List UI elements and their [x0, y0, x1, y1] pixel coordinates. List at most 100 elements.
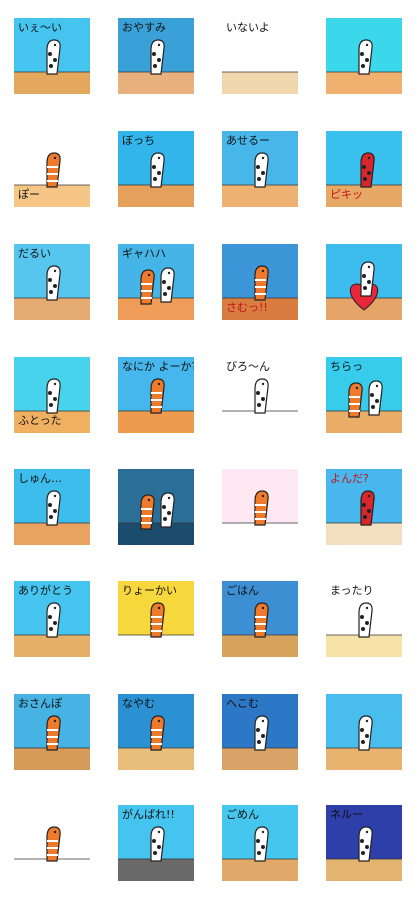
sticker-illustration	[222, 469, 298, 545]
garden-eel-icon	[46, 715, 61, 751]
garden-eel-icon	[254, 378, 269, 414]
garden-eel-icon	[150, 715, 165, 751]
sand-ground	[326, 523, 402, 545]
sticker-caption: まったり	[330, 584, 374, 597]
sticker-tile[interactable]	[326, 18, 402, 94]
garden-eel-icon	[46, 378, 61, 414]
sand-ground	[118, 635, 194, 657]
sticker-tile[interactable]: なやむ	[118, 694, 194, 770]
garden-eel-icon	[360, 261, 375, 297]
garden-eel-icon	[254, 602, 269, 638]
sticker-tile[interactable]: ちらっ	[326, 357, 402, 433]
sticker-caption: りょーかい	[122, 584, 177, 597]
sticker-caption: ギャハハ	[122, 247, 166, 260]
sticker-caption: おやすみ	[122, 21, 166, 34]
sticker-tile[interactable]	[326, 694, 402, 770]
sticker-caption: だるい	[18, 247, 51, 260]
garden-eel-icon	[150, 826, 165, 862]
sand-ground	[14, 523, 90, 545]
sand-ground	[222, 635, 298, 657]
sticker-tile[interactable]: びろ〜ん	[222, 357, 298, 433]
sticker-tile[interactable]: ぽー	[14, 131, 90, 207]
garden-eel-icon	[254, 715, 269, 751]
sticker-tile[interactable]: りょーかい	[118, 581, 194, 657]
garden-eel-icon	[254, 490, 269, 526]
garden-eel-icon	[46, 602, 61, 638]
sticker-tile[interactable]	[222, 469, 298, 545]
sand-ground	[118, 72, 194, 94]
garden-eel-icon	[46, 152, 61, 188]
sticker-caption: さむっ!!	[226, 301, 268, 314]
sand-ground	[14, 635, 90, 657]
sticker-caption: ごめん	[226, 808, 259, 821]
sticker-tile[interactable]: ネルー	[326, 805, 402, 881]
garden-eel-icon	[46, 490, 61, 526]
sticker-tile[interactable]: へこむ	[222, 694, 298, 770]
sand-ground	[222, 859, 298, 881]
sticker-caption: いぇ〜い	[18, 21, 62, 34]
sand-ground	[222, 72, 298, 94]
sticker-caption: へこむ	[226, 697, 259, 710]
sticker-caption: よんだ?	[330, 472, 369, 485]
sticker-tile[interactable]: だるい	[14, 244, 90, 320]
garden-eel-icon	[358, 39, 373, 75]
sticker-grid: いぇ〜い おやすみ いないよぽー ぼっち あせるーピキッだるい ギャハハさむっ!! ふとった…	[0, 0, 420, 897]
garden-eel-icon	[46, 265, 61, 301]
sticker-caption: ごはん	[226, 584, 259, 597]
sticker-illustration	[326, 18, 402, 94]
sticker-caption: がんばれ!!	[122, 808, 175, 821]
sticker-tile[interactable]: ごはん	[222, 581, 298, 657]
sticker-tile[interactable]: ごめん	[222, 805, 298, 881]
sticker-tile[interactable]	[14, 805, 90, 881]
sand-ground	[118, 748, 194, 770]
garden-eel-icon	[46, 826, 61, 862]
sticker-caption: ありがとう	[18, 584, 73, 597]
sand-ground	[14, 859, 90, 881]
sticker-tile[interactable]: おさんぽ	[14, 694, 90, 770]
sand-ground	[326, 859, 402, 881]
garden-eel-icon	[358, 826, 373, 862]
garden-eel-icon	[358, 715, 373, 751]
sand-ground	[326, 635, 402, 657]
sticker-caption: ふとった	[18, 414, 62, 427]
sticker-tile[interactable]: あせるー	[222, 131, 298, 207]
garden-eel-icon	[254, 152, 269, 188]
sand-ground	[222, 748, 298, 770]
sand-ground	[14, 298, 90, 320]
sticker-tile[interactable]: いぇ〜い	[14, 18, 90, 94]
sticker-caption: あせるー	[226, 134, 270, 147]
garden-eel-icon	[254, 265, 269, 301]
sticker-tile[interactable]: ふとった	[14, 357, 90, 433]
sand-ground	[118, 411, 194, 433]
sticker-caption: ピキッ	[330, 188, 363, 201]
sticker-tile[interactable]	[118, 469, 194, 545]
sand-ground	[118, 859, 194, 881]
garden-eel-icon	[160, 267, 175, 303]
sticker-illustration	[118, 469, 194, 545]
sand-ground	[118, 185, 194, 207]
sticker-tile[interactable]: ピキッ	[326, 131, 402, 207]
sticker-caption: ぽー	[18, 188, 40, 201]
sticker-tile[interactable]: いないよ	[222, 18, 298, 94]
sticker-tile[interactable]: さむっ!!	[222, 244, 298, 320]
sticker-tile[interactable]: がんばれ!!	[118, 805, 194, 881]
garden-eel-icon	[150, 39, 165, 75]
sticker-tile[interactable]: なにか よーか?	[118, 357, 194, 433]
sand-ground	[222, 523, 298, 545]
sticker-tile[interactable]: ありがとう	[14, 581, 90, 657]
garden-eel-icon	[360, 490, 375, 526]
sand-ground	[326, 72, 402, 94]
sticker-tile[interactable]: ぼっち	[118, 131, 194, 207]
sticker-tile[interactable]: おやすみ	[118, 18, 194, 94]
sticker-tile[interactable]: まったり	[326, 581, 402, 657]
sticker-caption: ネルー	[330, 808, 363, 821]
sticker-illustration	[326, 244, 402, 320]
garden-eel-icon	[358, 602, 373, 638]
sand-ground	[14, 72, 90, 94]
sticker-tile[interactable]	[326, 244, 402, 320]
sticker-tile[interactable]: しゅん…	[14, 469, 90, 545]
sticker-tile[interactable]: よんだ?	[326, 469, 402, 545]
sticker-caption: ちらっ	[330, 360, 363, 373]
sticker-tile[interactable]: ギャハハ	[118, 244, 194, 320]
sticker-caption: なにか よーか?	[122, 360, 194, 373]
